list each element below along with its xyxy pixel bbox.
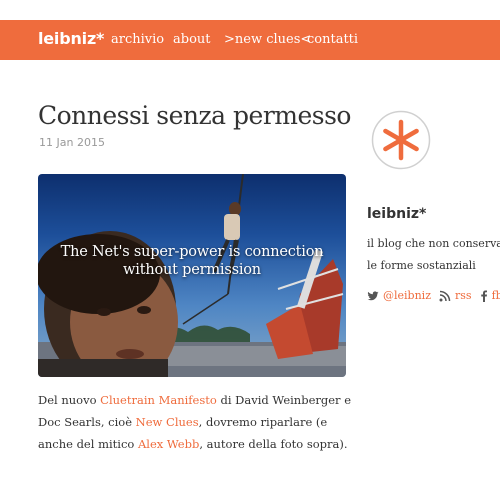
nav-new-clues-link[interactable]: >new clues< (224, 32, 311, 47)
hero-caption-line-1: The Net's super-power is connection (60, 244, 324, 260)
twitter-link[interactable]: @leibniz (383, 289, 431, 302)
nav-about-link[interactable]: about (173, 32, 211, 47)
facebook-icon (480, 290, 488, 302)
asterisk-logo-icon[interactable] (371, 110, 431, 170)
rss-icon (439, 290, 451, 302)
alex-webb-link[interactable]: Alex Webb (138, 437, 199, 451)
hero-caption-line-2: without permission (123, 262, 261, 278)
sidebar-description-line-2: le forme sostanziali (367, 259, 476, 272)
hero-image-caption: The Net's super-power is connection with… (38, 243, 346, 279)
twitter-icon (367, 290, 379, 302)
body-text-segment: Del nuovo (38, 393, 101, 407)
top-navigation-bar: leibniz* archivio about >new clues< cont… (0, 20, 500, 60)
post-body-paragraph: Del nuovo Cluetrain Manifesto di David W… (38, 389, 354, 455)
sidebar-title: leibniz* (367, 206, 427, 222)
facebook-link[interactable]: fb (492, 289, 500, 302)
sidebar-description: il blog che non conserva le forme sostan… (367, 233, 500, 277)
post-date: 11 Jan 2015 (39, 136, 105, 149)
post-hero-image: The Net's super-power is connection with… (38, 174, 346, 377)
rss-link[interactable]: rss (455, 289, 472, 302)
body-text-segment: , autore della foto sopra). (199, 437, 348, 451)
nav-contatti-link[interactable]: contatti (307, 32, 358, 47)
cluetrain-manifesto-link[interactable]: Cluetrain Manifesto (100, 393, 217, 407)
post-title[interactable]: Connessi senza permesso (38, 101, 352, 130)
new-clues-link[interactable]: New Clues (136, 415, 199, 429)
nav-archivio-link[interactable]: archivio (111, 32, 164, 47)
sidebar-description-line-1: il blog che non conserva (367, 237, 500, 250)
site-brand-link[interactable]: leibniz* (38, 29, 104, 48)
social-links: @leibniz rss fb (367, 289, 500, 302)
